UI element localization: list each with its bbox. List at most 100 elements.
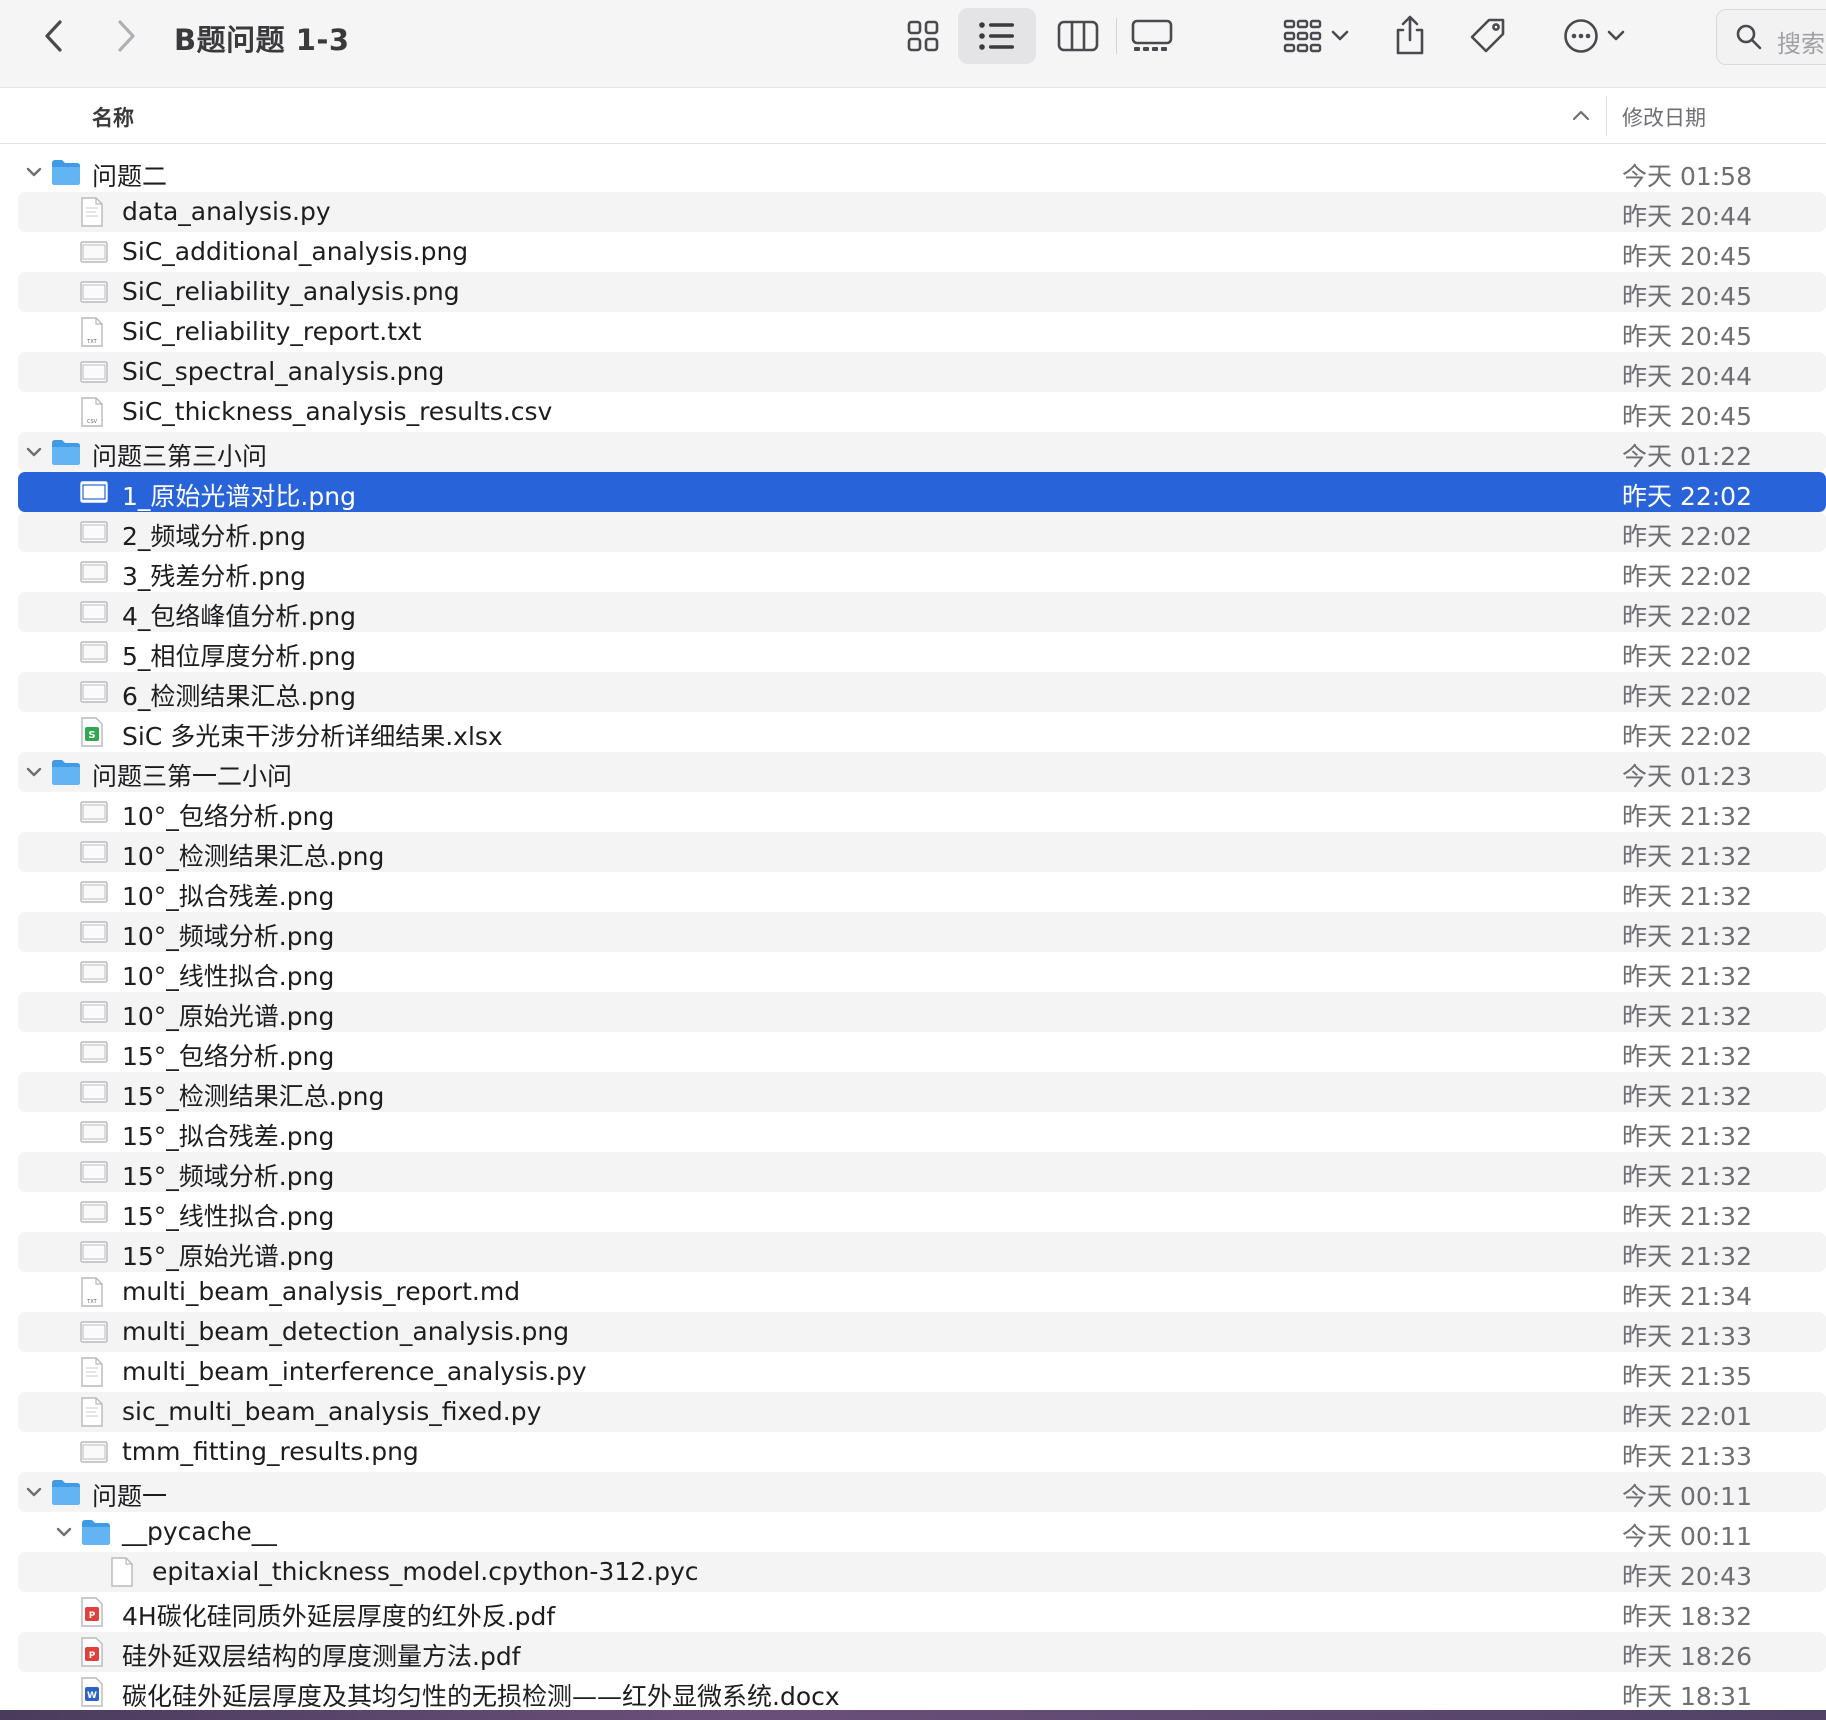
modified-date: 昨天 22:01	[1622, 1402, 1752, 1431]
folder-row[interactable]: 问题一 今天 00:11	[18, 1472, 1826, 1512]
file-row[interactable]: tmm_fitting_results.png 昨天 21:33	[18, 1432, 1826, 1472]
image-file-icon	[80, 597, 108, 631]
modified-date: 昨天 22:02	[1622, 522, 1752, 551]
spreadsheet-file-icon: S	[80, 717, 104, 751]
file-name: SiC_additional_analysis.png	[122, 237, 469, 266]
column-separator	[1606, 96, 1607, 136]
file-row[interactable]: 2_频域分析.png 昨天 22:02	[18, 512, 1826, 552]
more-actions-button[interactable]	[1554, 14, 1634, 58]
file-row[interactable]: 4_包络峰值分析.png 昨天 22:02	[18, 592, 1826, 632]
file-row[interactable]: 15°_包络分析.png 昨天 21:32	[18, 1032, 1826, 1072]
file-row[interactable]: TXT SiC_reliability_report.txt 昨天 20:45	[18, 312, 1826, 352]
text-file-icon: TXT	[80, 1277, 104, 1311]
share-button[interactable]	[1388, 10, 1432, 60]
file-row[interactable]: SiC_spectral_analysis.png 昨天 20:44	[18, 352, 1826, 392]
modified-date: 昨天 21:34	[1622, 1282, 1752, 1311]
file-row[interactable]: multi_beam_interference_analysis.py 昨天 21…	[18, 1352, 1826, 1392]
toolbar-divider	[1116, 18, 1117, 54]
file-row[interactable]: W 碳化硅外延层厚度及其均匀性的无损检测——红外显微系统.docx 昨天 18:31	[18, 1672, 1826, 1712]
modified-date: 昨天 18:32	[1622, 1602, 1752, 1631]
chevron-down-icon	[1331, 30, 1349, 41]
file-row[interactable]: P 4H碳化硅同质外延层厚度的红外反.pdf 昨天 18:32	[18, 1592, 1826, 1632]
modified-date: 昨天 21:32	[1622, 1162, 1752, 1191]
folder-icon	[50, 758, 82, 790]
image-file-icon	[80, 517, 108, 551]
folder-row[interactable]: 问题二 今天 01:58	[18, 152, 1826, 192]
image-file-icon	[80, 1437, 108, 1471]
file-row[interactable]: sic_multi_beam_analysis_fixed.py 昨天 22:01	[18, 1392, 1826, 1432]
file-row[interactable]: 6_检测结果汇总.png 昨天 22:02	[18, 672, 1826, 712]
modified-date: 昨天 20:45	[1622, 322, 1752, 351]
file-row[interactable]: 10°_原始光谱.png 昨天 21:32	[18, 992, 1826, 1032]
modified-date: 昨天 21:33	[1622, 1442, 1752, 1471]
file-row[interactable]: 10°_频域分析.png 昨天 21:32	[18, 912, 1826, 952]
column-header: 名称 修改日期	[0, 88, 1826, 144]
disclosure-chevron-down-icon[interactable]	[24, 762, 44, 782]
image-file-icon	[80, 677, 108, 711]
file-row[interactable]: CSV SiC_thickness_analysis_results.csv 昨天 …	[18, 392, 1826, 432]
window-title: B题问题 1-3	[174, 23, 350, 57]
file-name: __pycache__	[122, 1517, 277, 1546]
file-name: 5_相位厚度分析.png	[122, 642, 356, 671]
column-view-button[interactable]	[1052, 14, 1104, 58]
file-row[interactable]: 15°_原始光谱.png 昨天 21:32	[18, 1232, 1826, 1272]
file-name: 2_频域分析.png	[122, 522, 306, 551]
svg-text:P: P	[89, 1611, 96, 1621]
file-row[interactable]: 10°_拟合残差.png 昨天 21:32	[18, 872, 1826, 912]
image-file-icon	[80, 477, 108, 511]
tag-button[interactable]	[1466, 14, 1510, 58]
file-row[interactable]: 15°_检测结果汇总.png 昨天 21:32	[18, 1072, 1826, 1112]
image-file-icon	[80, 1317, 108, 1351]
folder-row[interactable]: __pycache__ 今天 00:11	[18, 1512, 1826, 1552]
file-row[interactable]: 15°_拟合残差.png 昨天 21:32	[18, 1112, 1826, 1152]
file-row[interactable]: TXT multi_beam_analysis_report.md 昨天 21:34	[18, 1272, 1826, 1312]
file-row[interactable]: 15°_线性拟合.png 昨天 21:32	[18, 1192, 1826, 1232]
name-column-header[interactable]: 名称	[92, 102, 134, 132]
modified-date: 昨天 18:31	[1622, 1682, 1752, 1711]
file-row[interactable]: multi_beam_detection_analysis.png 昨天 21:3…	[18, 1312, 1826, 1352]
image-file-icon	[80, 357, 108, 391]
svg-text:TXT: TXT	[86, 1299, 97, 1305]
image-file-icon	[80, 797, 108, 831]
list-view-button[interactable]	[972, 14, 1022, 58]
word-file-icon: W	[80, 1677, 104, 1711]
folder-row[interactable]: 问题三第一二小问 今天 01:23	[18, 752, 1826, 792]
file-row[interactable]: data_analysis.py 昨天 20:44	[18, 192, 1826, 232]
disclosure-chevron-down-icon[interactable]	[24, 442, 44, 462]
file-row[interactable]: 15°_频域分析.png 昨天 21:32	[18, 1152, 1826, 1192]
folder-icon	[80, 1518, 112, 1550]
forward-button[interactable]	[106, 14, 146, 58]
disclosure-chevron-down-icon[interactable]	[24, 1482, 44, 1502]
file-row[interactable]: 1_原始光谱对比.png 昨天 22:02	[18, 472, 1826, 512]
sort-ascending-icon[interactable]	[1572, 108, 1590, 122]
file-row[interactable]: SiC_additional_analysis.png 昨天 20:45	[18, 232, 1826, 272]
file-name: multi_beam_interference_analysis.py	[122, 1357, 587, 1386]
modified-date: 昨天 21:35	[1622, 1362, 1752, 1391]
search-field[interactable]: 搜索	[1716, 9, 1826, 65]
file-name: 问题二	[92, 162, 168, 191]
file-row[interactable]: 10°_线性拟合.png 昨天 21:32	[18, 952, 1826, 992]
date-column-header[interactable]: 修改日期	[1622, 102, 1706, 132]
folder-row[interactable]: 问题三第三小问 今天 01:22	[18, 432, 1826, 472]
file-row[interactable]: SiC_reliability_analysis.png 昨天 20:45	[18, 272, 1826, 312]
disclosure-chevron-down-icon[interactable]	[24, 162, 44, 182]
disclosure-chevron-down-icon[interactable]	[54, 1522, 74, 1542]
ellipsis-circle-icon	[1564, 19, 1598, 53]
file-row[interactable]: 5_相位厚度分析.png 昨天 22:02	[18, 632, 1826, 672]
file-row[interactable]: 3_残差分析.png 昨天 22:02	[18, 552, 1826, 592]
file-row[interactable]: 10°_包络分析.png 昨天 21:32	[18, 792, 1826, 832]
file-row[interactable]: P 硅外延双层结构的厚度测量方法.pdf 昨天 18:26	[18, 1632, 1826, 1672]
modified-date: 昨天 22:02	[1622, 562, 1752, 591]
file-row[interactable]: S SiC 多光束干涉分析详细结果.xlsx 昨天 22:02	[18, 712, 1826, 752]
image-file-icon	[80, 237, 108, 271]
group-icon	[1283, 19, 1322, 53]
group-by-button[interactable]	[1276, 14, 1356, 58]
image-file-icon	[80, 1037, 108, 1071]
modified-date: 昨天 21:32	[1622, 802, 1752, 831]
file-name: 3_残差分析.png	[122, 562, 306, 591]
icon-view-button[interactable]	[898, 14, 948, 58]
back-button[interactable]	[34, 14, 74, 58]
gallery-view-button[interactable]	[1126, 14, 1178, 58]
file-row[interactable]: epitaxial_thickness_model.cpython-312.py…	[18, 1552, 1826, 1592]
file-row[interactable]: 10°_检测结果汇总.png 昨天 21:32	[18, 832, 1826, 872]
